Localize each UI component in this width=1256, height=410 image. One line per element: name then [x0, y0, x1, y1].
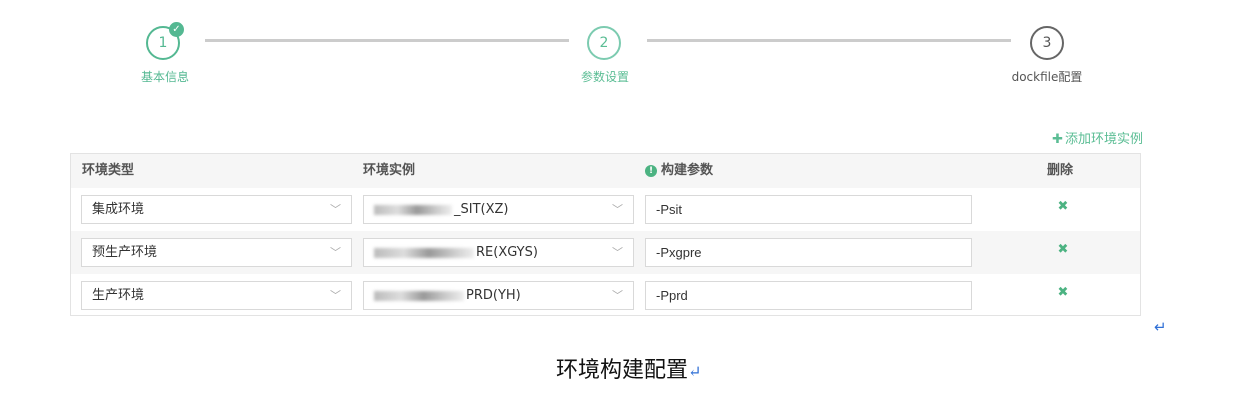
chevron-down-icon: ﹀: [330, 246, 341, 259]
env-type-select[interactable]: 预生产环境 ﹀: [81, 238, 352, 267]
step-1-label: 基本信息: [140, 70, 190, 84]
env-type-select[interactable]: 生产环境 ﹀: [81, 281, 352, 310]
chevron-down-icon: ﹀: [612, 203, 623, 216]
env-instance-select[interactable]: PRD(YH) ﹀: [363, 281, 634, 310]
info-icon: !: [645, 165, 657, 177]
table-header: 环境类型 环境实例 ! 构建参数 删除: [71, 154, 1140, 188]
caption-text: 环境构建配置: [556, 358, 689, 383]
return-arrow-icon: ↵: [1154, 318, 1167, 336]
env-instance-value: RE(XGYS): [476, 245, 538, 260]
header-delete: 删除: [1047, 163, 1074, 178]
plus-icon: ✚: [1052, 132, 1063, 147]
env-type-value: 预生产环境: [92, 245, 158, 260]
chevron-down-icon: ﹀: [612, 246, 623, 259]
step-3-number: 3: [1042, 35, 1052, 51]
step-2[interactable]: 2: [587, 26, 621, 60]
env-type-value: 集成环境: [92, 202, 145, 217]
header-env-instance: 环境实例: [363, 163, 416, 178]
table-row: 集成环境 ﹀ _SIT(XZ) ﹀ ✖: [71, 188, 1140, 231]
table-row: 生产环境 ﹀ PRD(YH) ﹀ ✖: [71, 274, 1140, 317]
close-icon[interactable]: ✖: [1057, 200, 1069, 213]
add-env-instance-label: 添加环境实例: [1064, 132, 1143, 147]
redacted-text: [374, 247, 474, 258]
close-icon[interactable]: ✖: [1057, 286, 1069, 299]
chevron-down-icon: ﹀: [330, 203, 341, 216]
table-row: 预生产环境 ﹀ RE(XGYS) ﹀ ✖: [71, 231, 1140, 274]
build-params-input[interactable]: [645, 281, 972, 310]
step-2-number: 2: [599, 35, 609, 51]
step-1[interactable]: 1 ✓: [146, 22, 184, 60]
env-config-table: 环境类型 环境实例 ! 构建参数 删除 集成环境 ﹀ _SIT(XZ) ﹀ ✖ 预…: [70, 153, 1141, 316]
step-connector-2: [647, 39, 1011, 42]
return-arrow-icon: ↵: [688, 362, 702, 381]
chevron-down-icon: ﹀: [612, 289, 623, 302]
check-icon: ✓: [169, 22, 184, 37]
header-build-params: ! 构建参数: [645, 154, 713, 188]
chevron-down-icon: ﹀: [330, 289, 341, 302]
step-3[interactable]: 3: [1030, 26, 1064, 60]
build-params-input[interactable]: [645, 238, 972, 267]
step-connector-1: [205, 39, 569, 42]
env-instance-value: _SIT(XZ): [454, 202, 509, 217]
env-instance-select[interactable]: RE(XGYS) ﹀: [363, 238, 634, 267]
add-env-instance-button[interactable]: ✚ 添加环境实例: [1052, 128, 1143, 147]
step-2-label: 参数设置: [580, 70, 630, 84]
env-type-select[interactable]: 集成环境 ﹀: [81, 195, 352, 224]
header-env-type: 环境类型: [82, 163, 135, 178]
redacted-text: [374, 290, 464, 301]
close-icon[interactable]: ✖: [1057, 243, 1069, 256]
redacted-text: [374, 204, 452, 215]
header-build-params-label: 构建参数: [661, 163, 714, 178]
env-type-value: 生产环境: [92, 288, 145, 303]
env-instance-select[interactable]: _SIT(XZ) ﹀: [363, 195, 634, 224]
step-3-label: dockfile配置: [1011, 70, 1083, 84]
env-instance-value: PRD(YH): [466, 288, 521, 303]
build-params-input[interactable]: [645, 195, 972, 224]
figure-caption: 环境构建配置↵: [556, 352, 701, 384]
